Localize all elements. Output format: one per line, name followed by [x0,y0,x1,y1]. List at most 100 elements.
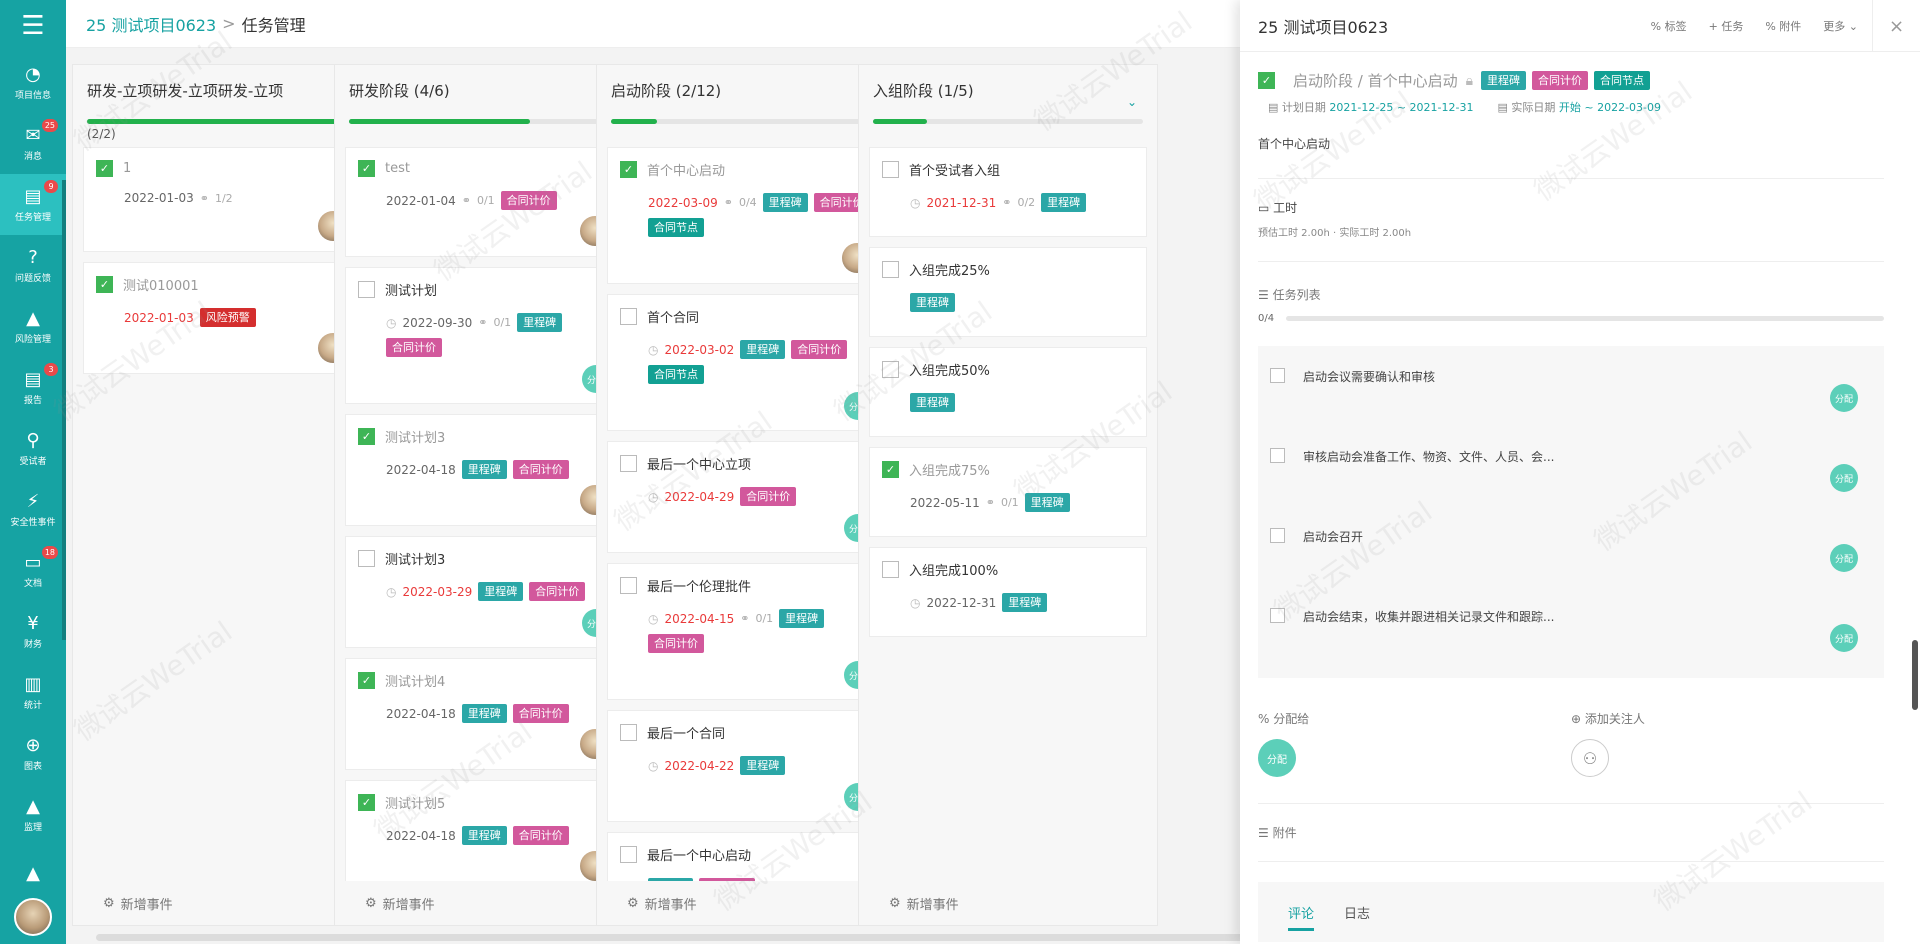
task-checkbox[interactable]: ✓ [358,428,375,445]
task-title[interactable]: 测试010001 [123,275,199,294]
task-title[interactable]: 测试计划3 [385,549,445,568]
task-card[interactable]: 入组完成100% ◷ 2022-12-31 里程碑 [869,547,1147,637]
task-card[interactable]: 最后一个中心启动里程碑合同计价 [607,832,885,881]
task-checkbox[interactable]: ✓ [882,461,899,478]
task-title[interactable]: 入组完成75% [909,460,990,479]
task-checkbox[interactable]: ✓ [358,672,375,689]
add-event-button[interactable]: ⚙ 新增事件 [597,881,895,925]
task-checkbox[interactable] [620,455,637,472]
sidebar-item-7[interactable]: ⚡ 安全性事件 [0,479,66,540]
task-card[interactable]: 入组完成50% 里程碑 [869,347,1147,437]
assignee-avatar[interactable]: 分配 [1258,739,1296,777]
task-checkbox[interactable] [620,846,637,863]
checklist-assign-button[interactable]: 分配 [1830,384,1858,412]
sidebar-item-1[interactable]: ✉ 消息 25 [0,113,66,174]
sidebar-item-10[interactable]: ▥ 统计 [0,662,66,723]
task-card[interactable]: ✓ 测试计划3 2022-04-18 里程碑 合同计价 [345,414,623,526]
task-checkbox[interactable]: ✓ [620,161,637,178]
task-title[interactable]: 首个受试者入组 [909,160,1000,179]
task-title[interactable]: 入组完成100% [909,560,998,579]
task-title[interactable]: 入组完成50% [909,360,990,379]
close-icon[interactable]: × [1872,0,1920,52]
add-event-button[interactable]: ⚙ 新增事件 [859,881,1157,925]
task-checkbox[interactable] [882,161,899,178]
checklist-item[interactable]: 启动会召开分配 [1270,510,1872,590]
task-title[interactable]: 最后一个合同 [647,723,725,742]
checklist-checkbox[interactable] [1270,608,1285,623]
tab-log[interactable]: 日志 [1344,903,1370,922]
tag-action-button[interactable]: % 标签 [1651,18,1687,34]
sidebar-item-5[interactable]: ▤ 报告 3 [0,357,66,418]
task-checkbox[interactable] [620,724,637,741]
detail-scrollbar[interactable] [1912,640,1918,710]
task-checkbox[interactable] [882,261,899,278]
task-done-checkbox[interactable]: ✓ [1258,72,1275,89]
sidebar-item-2[interactable]: ▤ 任务管理 9 [0,174,66,235]
task-card[interactable]: ✓ 首个中心启动 2022-03-09 ⚭ 0/4 里程碑 合同计价 合同节点 [607,147,885,284]
task-checkbox[interactable] [882,561,899,578]
task-card[interactable]: ✓ 测试计划5 2022-04-18 里程碑 合同计价 [345,780,623,881]
sidebar-item-8[interactable]: ▭ 文档 18 [0,540,66,601]
task-checkbox[interactable]: ✓ [96,276,113,293]
task-title[interactable]: 1 [123,161,131,176]
task-title[interactable]: 首个合同 [647,307,699,326]
checklist-item[interactable]: 启动会结束，收集并跟进相关记录文件和跟踪... 分配 [1270,590,1872,670]
checklist-item[interactable]: 审核启动会准备工作、物资、文件、人员、会... 分配 [1270,430,1872,510]
checklist-assign-button[interactable]: 分配 [1830,464,1858,492]
checklist-text[interactable]: 启动会结束，收集并跟进相关记录文件和跟踪... [1303,608,1554,625]
task-checkbox[interactable] [358,550,375,567]
task-card[interactable]: 测试计划3◷2022-03-29里程碑合同计价分配 [345,536,623,648]
sidebar-item-6[interactable]: ⚲ 受试者 [0,418,66,479]
task-title[interactable]: test [385,161,410,176]
task-title[interactable]: 最后一个中心启动 [647,845,751,864]
task-card[interactable]: 首个受试者入组 ◷ 2021-12-31 ⚭ 0/2 里程碑 [869,147,1147,237]
add-event-button[interactable]: ⚙ 新增事件 [73,881,371,925]
chevron-down-icon[interactable]: ⌄ [1127,95,1137,109]
add-follower-user-icon[interactable]: ⚇ [1571,739,1609,777]
task-checkbox[interactable] [882,361,899,378]
checklist-assign-button[interactable]: 分配 [1830,624,1858,652]
sidebar-item-13[interactable]: ▲ [0,845,66,906]
task-card[interactable]: 最后一个合同◷2022-04-22里程碑分配 [607,710,885,822]
task-checkbox[interactable]: ✓ [358,160,375,177]
task-title[interactable]: 测试计划5 [385,793,445,812]
task-card[interactable]: ✓ 测试010001 2022-01-03 风险预警 [83,262,361,374]
task-title[interactable]: 入组完成25% [909,260,990,279]
task-checkbox[interactable]: ✓ [96,160,113,177]
task-title[interactable]: 测试计划3 [385,427,445,446]
sidebar-item-4[interactable]: ▲ 风险管理 [0,296,66,357]
checklist-text[interactable]: 审核启动会准备工作、物资、文件、人员、会... [1303,448,1554,465]
task-card[interactable]: ✓ 测试计划4 2022-04-18 里程碑 合同计价 [345,658,623,770]
task-checkbox[interactable] [358,281,375,298]
sidebar-item-3[interactable]: ? 问题反馈 [0,235,66,296]
add-task-action-button[interactable]: + 任务 [1709,18,1744,34]
task-checkbox[interactable]: ✓ [358,794,375,811]
sidebar-item-11[interactable]: ⊕ 图表 [0,723,66,784]
task-checkbox[interactable] [620,308,637,325]
task-card[interactable]: 首个合同◷2022-03-02里程碑合同计价合同节点分配 [607,294,885,431]
sidebar-item-12[interactable]: ▲ 监理 [0,784,66,845]
task-card[interactable]: 最后一个伦理批件◷2022-04-15⚭0/1里程碑合同计价分配 [607,563,885,700]
follower-label[interactable]: ⊕ 添加关注人 [1571,710,1884,727]
task-card[interactable]: 测试计划◷2022-09-30⚭0/1里程碑合同计价分配 [345,267,623,404]
task-title[interactable]: 最后一个伦理批件 [647,576,751,595]
user-avatar[interactable] [14,898,52,936]
task-card[interactable]: ✓ 入组完成75% 2022-05-11 ⚭ 0/1 里程碑 [869,447,1147,537]
checklist-assign-button[interactable]: 分配 [1830,544,1858,572]
sidebar-item-9[interactable]: ¥ 财务 [0,601,66,662]
menu-icon[interactable]: ☰ [0,0,66,52]
checklist-checkbox[interactable] [1270,368,1285,383]
attachment-action-button[interactable]: % 附件 [1765,18,1801,34]
sidebar-item-0[interactable]: ◔ 项目信息 [0,52,66,113]
task-title[interactable]: 最后一个中心立项 [647,454,751,473]
task-title[interactable]: 测试计划4 [385,671,445,690]
task-title[interactable]: 首个中心启动 [647,160,725,179]
board-horizontal-scrollbar[interactable] [96,934,1246,941]
checklist-item[interactable]: 启动会议需要确认和审核 分配 [1270,350,1872,430]
checklist-checkbox[interactable] [1270,448,1285,463]
task-description[interactable]: 首个中心启动 [1258,135,1884,179]
checklist-text[interactable]: 启动会召开 [1303,528,1363,545]
add-event-button[interactable]: ⚙ 新增事件 [335,881,633,925]
tab-comments[interactable]: 评论 [1288,903,1315,931]
task-card[interactable]: ✓ 1 2022-01-03 ⚭ 1/2 [83,147,361,252]
